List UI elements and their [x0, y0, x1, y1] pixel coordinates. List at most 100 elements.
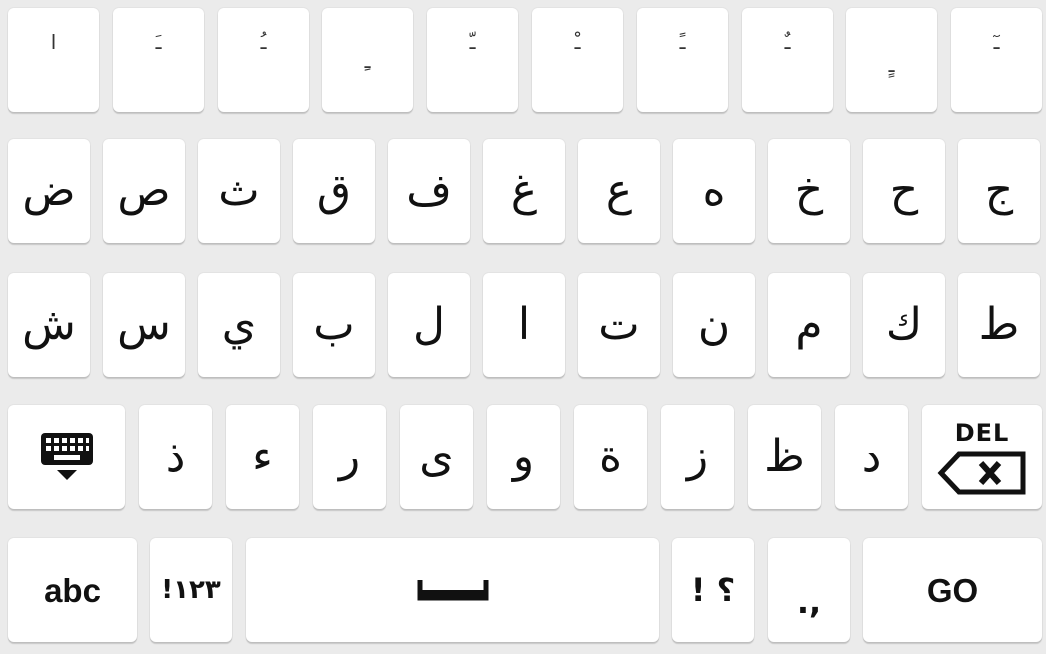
key-letter[interactable]: ك — [863, 273, 945, 377]
key-label: ظ — [764, 431, 805, 482]
key-letter[interactable]: ز — [661, 405, 734, 509]
key-letter[interactable]: ش — [8, 273, 90, 377]
key-letter[interactable]: غ — [483, 139, 565, 243]
space-bar-icon — [417, 580, 488, 601]
key-letter[interactable]: خ — [768, 139, 850, 243]
key-label: د — [861, 431, 882, 482]
key-letter[interactable]: د — [835, 405, 908, 509]
key-diacritic[interactable]: ـً — [637, 8, 728, 112]
key-label: ج — [984, 165, 1014, 216]
key-label: ه — [702, 165, 726, 216]
key-label: ـٍ — [888, 53, 895, 77]
key-label: ذ — [165, 431, 186, 482]
key-label: ء — [252, 431, 273, 482]
key-label: م — [795, 299, 823, 350]
key-letter[interactable]: ب — [293, 273, 375, 377]
delete-label: DEL — [954, 419, 1010, 447]
punctuation-button[interactable]: ! ؟ — [672, 538, 754, 642]
key-letter[interactable]: ت — [578, 273, 660, 377]
key-label: ز — [686, 431, 709, 482]
key-diacritic[interactable]: ـْ — [532, 8, 623, 112]
key-label: ح — [889, 165, 919, 216]
key-label: ص — [117, 165, 171, 216]
key-label: ـِ — [364, 49, 371, 73]
key-label: و — [512, 431, 535, 482]
key-label: ا — [517, 299, 531, 350]
key-label: ـٌ — [784, 30, 791, 54]
key-diacritic[interactable]: ا — [8, 8, 99, 112]
numbers-button[interactable]: !١٢٣ — [150, 538, 232, 642]
abc-label: abc — [44, 571, 101, 609]
delete-button[interactable]: DEL — [922, 405, 1042, 509]
key-letter[interactable]: ى — [400, 405, 473, 509]
go-button[interactable]: GO — [863, 538, 1042, 642]
key-letter[interactable]: ء — [226, 405, 299, 509]
key-label: ع — [605, 165, 633, 216]
key-letter[interactable]: ي — [198, 273, 280, 377]
key-diacritic[interactable]: ـٓ — [951, 8, 1042, 112]
abc-button[interactable]: abc — [8, 538, 137, 642]
key-letter[interactable]: ح — [863, 139, 945, 243]
numbers-label: !١٢٣ — [161, 575, 221, 605]
key-letter[interactable]: ر — [313, 405, 386, 509]
key-label: ـّ — [469, 30, 476, 54]
go-label: GO — [926, 571, 979, 609]
key-label: ط — [978, 299, 1020, 350]
key-label: ل — [413, 299, 445, 350]
key-diacritic[interactable]: ـٍ — [846, 8, 937, 112]
key-label: ـَ — [155, 30, 162, 54]
key-letter[interactable]: ة — [574, 405, 647, 509]
key-label: ب — [313, 299, 355, 350]
key-label: ى — [419, 431, 454, 482]
key-label: ـٓ — [993, 30, 1000, 54]
space-bar[interactable] — [246, 538, 659, 642]
key-letter[interactable]: ق — [293, 139, 375, 243]
keyboard-hide-icon — [40, 433, 93, 480]
key-label: ق — [316, 165, 352, 216]
key-label: ت — [598, 299, 640, 350]
key-diacritic[interactable]: ـّ — [427, 8, 518, 112]
key-letter[interactable]: س — [103, 273, 185, 377]
key-label: ـً — [679, 30, 686, 54]
key-letter[interactable]: ف — [388, 139, 470, 243]
key-label: ر — [338, 431, 361, 482]
key-letter[interactable]: ث — [198, 139, 280, 243]
key-label: ي — [221, 299, 257, 350]
key-letter[interactable]: ج — [958, 139, 1040, 243]
key-label: ة — [598, 431, 623, 482]
comma-period-button[interactable]: ., — [768, 538, 850, 642]
key-label: ن — [697, 299, 731, 350]
key-label: ا — [50, 30, 57, 54]
key-diacritic[interactable]: ـَ — [113, 8, 204, 112]
key-diacritic[interactable]: ـٌ — [742, 8, 833, 112]
comma-period-label: ., — [796, 583, 822, 621]
key-letter[interactable]: و — [487, 405, 560, 509]
key-label: ـْ — [574, 30, 581, 54]
arabic-keyboard: ا ـَ ـُ ـِ ـّ ـْ ـً ـٌ ـٍ ـٓ ض ص ث ق ف غ — [0, 0, 1046, 654]
key-label: ـُ — [260, 30, 267, 54]
punctuation-label: ! ؟ — [690, 571, 736, 609]
key-letter[interactable]: ص — [103, 139, 185, 243]
backspace-icon — [937, 451, 1026, 495]
key-letter[interactable]: ذ — [139, 405, 212, 509]
key-letter[interactable]: م — [768, 273, 850, 377]
key-letter[interactable]: ه — [673, 139, 755, 243]
hide-keyboard-button[interactable] — [8, 405, 125, 509]
key-label: س — [117, 299, 171, 350]
key-label: ك — [885, 299, 923, 350]
key-label: ث — [218, 165, 260, 216]
delete-key-content: DEL — [937, 419, 1027, 495]
key-diacritic[interactable]: ـُ — [218, 8, 309, 112]
key-label: غ — [510, 165, 538, 216]
key-label: خ — [794, 165, 824, 216]
key-letter[interactable]: ظ — [748, 405, 821, 509]
key-letter[interactable]: ل — [388, 273, 470, 377]
key-label: ض — [22, 165, 76, 216]
key-label: ف — [406, 165, 452, 216]
key-letter[interactable]: ط — [958, 273, 1040, 377]
key-letter[interactable]: ض — [8, 139, 90, 243]
key-diacritic[interactable]: ـِ — [322, 8, 413, 112]
key-letter[interactable]: ع — [578, 139, 660, 243]
key-letter[interactable]: ا — [483, 273, 565, 377]
key-letter[interactable]: ن — [673, 273, 755, 377]
